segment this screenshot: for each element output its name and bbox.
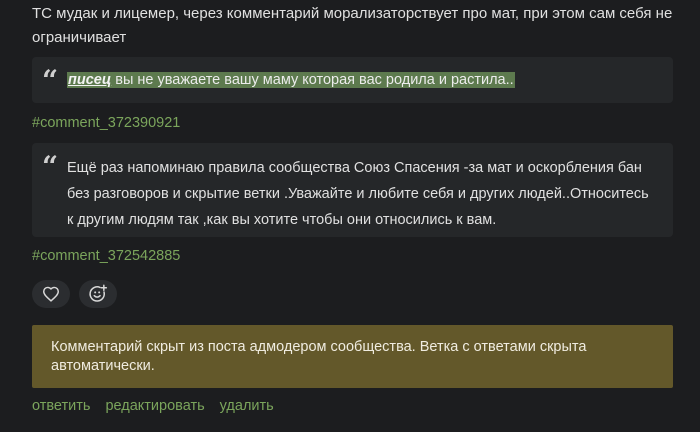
delete-link[interactable]: удалить — [220, 398, 274, 414]
smiley-plus-icon — [89, 284, 108, 302]
quote-text: Ещё раз напоминаю правила сообщества Сою… — [67, 160, 649, 228]
comment-link[interactable]: #comment_372542885 — [32, 248, 180, 264]
comment-actions: ответить редактировать удалить — [32, 398, 274, 414]
quoted-username[interactable]: писец — [68, 72, 111, 88]
comment-text: ТС мудак и лицемер, через комментарий мо… — [32, 5, 673, 46]
edit-link[interactable]: редактировать — [105, 398, 204, 414]
reply-link[interactable]: ответить — [32, 398, 90, 414]
quote-mark-icon: “ — [42, 150, 59, 183]
hidden-comment-notice: Комментарий скрыт из поста адмодером соо… — [32, 325, 673, 388]
quoted-highlight-text: вы не уважаете вашу маму которая вас род… — [111, 72, 514, 88]
like-button[interactable] — [32, 280, 70, 308]
heart-icon — [43, 286, 59, 302]
quote-text: писец вы не уважаете вашу маму которая в… — [67, 71, 515, 89]
quote-block: “ Ещё раз напоминаю правила сообщества С… — [32, 143, 673, 237]
notice-text: Комментарий скрыт из поста адмодером соо… — [51, 339, 587, 374]
comment-link[interactable]: #comment_372390921 — [32, 115, 180, 131]
add-reaction-button[interactable] — [79, 280, 117, 308]
quote-mark-icon: “ — [42, 64, 59, 97]
quote-block: “ писец вы не уважаете вашу маму которая… — [32, 57, 673, 103]
